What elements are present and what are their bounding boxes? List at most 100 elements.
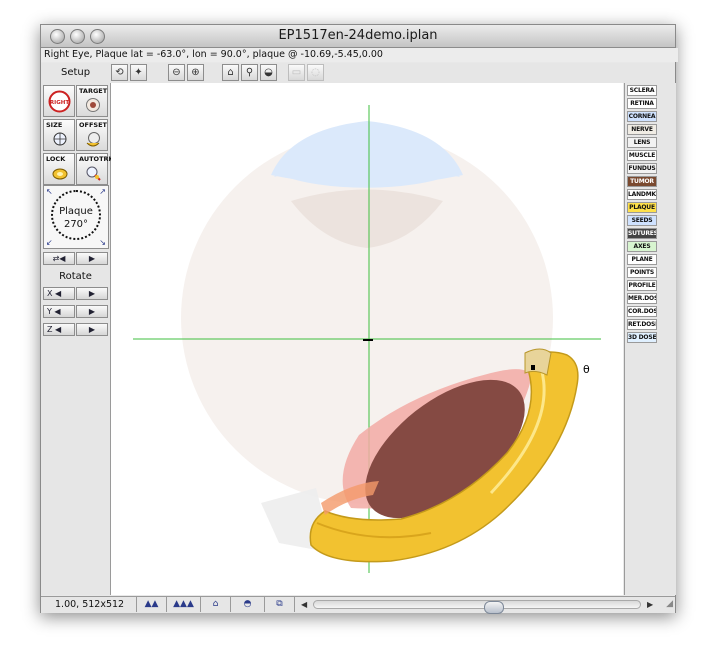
eyelet-hole-mark (531, 365, 535, 370)
home-view-icon: ⌂ (227, 67, 234, 78)
mountain-small-icon: ▲▲ (144, 599, 159, 609)
title-bar: EP1517en-24demo.iplan (41, 25, 675, 48)
layer-toggle-plaque[interactable]: PLAQUE (627, 202, 657, 213)
setup-label: Setup (61, 67, 91, 78)
zoom-resolution-status: 1.00, 512x512 (41, 597, 137, 612)
rotate-y-right-button[interactable]: ▶ (76, 305, 108, 318)
arrow-right-icon: ▶ (88, 307, 96, 316)
size-icon (53, 132, 67, 146)
zoom-out-button[interactable]: ⊖ (168, 64, 185, 81)
zoom-in-icon: ⊕ (191, 67, 200, 78)
view-button[interactable]: ◒ (260, 64, 277, 81)
light-button[interactable]: ✦ (130, 64, 147, 81)
arrow-right-icon: ▶ (88, 325, 96, 334)
eye-3d-viewport[interactable]: θ (111, 83, 623, 595)
horizontal-scrollbar[interactable]: ◀ ▶ (299, 598, 659, 614)
plaque-rotation-dial[interactable]: Plaque 270° ↖ ↗ ↙ ↘ (43, 185, 109, 249)
mountain-large-button[interactable]: ▲▲▲ (167, 597, 201, 612)
scroll-right-icon[interactable]: ▶ (647, 598, 653, 611)
rotate-x-right-button[interactable]: ▶ (76, 287, 108, 300)
layer-toggle-3d-dose[interactable]: 3D DOSE (627, 332, 657, 343)
layer-toggle-fundus[interactable]: FUNDUS (627, 163, 657, 174)
plaque-icon: ◓ (243, 599, 252, 609)
mountain-small-button[interactable]: ▲▲ (137, 597, 167, 612)
lock-button[interactable]: LOCK (43, 153, 75, 185)
size-button[interactable]: SIZE (43, 119, 75, 151)
layer-toggle-retina[interactable]: RETINA (627, 98, 657, 109)
rotate-x-left-button[interactable]: X ◀ (43, 287, 75, 300)
rotate-view-button[interactable]: ⟲ (111, 64, 128, 81)
arrow-left-icon: ◀ (52, 289, 62, 298)
target-button[interactable]: TARGET (76, 85, 108, 117)
layer-toggle-points[interactable]: POINTS (627, 267, 657, 278)
layer-toggle-lens[interactable]: LENS (627, 137, 657, 148)
layer-toggle-muscle[interactable]: MUSCLE (627, 150, 657, 161)
layer-toggle-plane[interactable]: PLANE (627, 254, 657, 265)
toolbar: Setup ⟲ ✦ ⊖ ⊕ ⌂ ⚲ ◒ ▭ ◌ (41, 63, 675, 83)
size-label: SIZE (46, 121, 63, 129)
offset-label: OFFSET (79, 121, 107, 129)
layer-toggle-profile[interactable]: PROFILE (627, 280, 657, 291)
layer-toggle-panel: SCLERA RETINA CORNEA NERVE LENS MUSCLE FUNDUS T… (624, 83, 676, 595)
scroll-track[interactable] (313, 600, 641, 614)
plaque-eyelet-shape (524, 348, 552, 376)
layer-toggle-cornea[interactable]: CORNEA (627, 111, 657, 122)
cornea-cap-shape (271, 121, 463, 185)
layer-toggle-axes[interactable]: AXES (627, 241, 657, 252)
lock-icon (52, 168, 68, 180)
target-label: TARGET (79, 87, 108, 95)
disabled-tool-icon: ▭ (291, 67, 302, 78)
flip-left-button[interactable]: ⇄◀ (43, 252, 75, 265)
layer-toggle-seeds[interactable]: SEEDS (627, 215, 657, 226)
corner-arrow-icon: ↖ (46, 187, 53, 196)
offset-button[interactable]: OFFSET (76, 119, 108, 151)
home-view-button[interactable]: ⌂ (222, 64, 239, 81)
autotrk-label: AUTOTRK (79, 155, 114, 163)
layer-toggle-mer-dose[interactable]: MER.DOSE (627, 293, 657, 304)
layer-toggle-sclera[interactable]: SCLERA (627, 85, 657, 96)
rotate-view-icon: ⟲ (115, 67, 124, 78)
flip-icon: ⇄◀ (52, 254, 66, 263)
arrow-right-icon: ▶ (88, 254, 96, 263)
layer-toggle-sutures[interactable]: SUTURES (627, 228, 657, 239)
dial-angle: 270° (63, 219, 89, 230)
rotate-z-right-button[interactable]: ▶ (76, 323, 108, 336)
autotrack-button[interactable]: AUTOTRK (76, 153, 114, 185)
dial-label: Plaque (59, 206, 93, 217)
eye-side-button[interactable]: RIGHT (43, 85, 75, 117)
zoom-out-icon: ⊖ (172, 67, 181, 78)
disabled-tool2-icon: ◌ (311, 67, 320, 78)
zoom-in-button[interactable]: ⊕ (187, 64, 204, 81)
lock-label: LOCK (46, 155, 66, 163)
search-button[interactable]: ⚲ (241, 64, 258, 81)
resize-grip-icon[interactable]: ◢ (666, 599, 673, 609)
eye-model-render: θ (133, 105, 601, 573)
layer-toggle-tumor[interactable]: TUMOR (627, 176, 657, 187)
mountain-large-icon: ▲▲▲ (173, 599, 194, 609)
plaque-marker-label: θ (583, 363, 590, 376)
plaque-status-line: Right Eye, Plaque lat = -63.0°, lon = 90… (41, 48, 678, 62)
copy-view-icon: ⧉ (276, 599, 283, 609)
offset-icon (86, 132, 100, 147)
scroll-left-icon[interactable]: ◀ (301, 598, 307, 611)
disabled-tool2-button: ◌ (307, 64, 324, 81)
corner-arrow-icon: ↘ (99, 238, 106, 247)
flip-right-button[interactable]: ▶ (76, 252, 108, 265)
copy-view-button[interactable]: ⧉ (265, 597, 295, 612)
light-icon: ✦ (134, 67, 143, 78)
rotate-z-left-button[interactable]: Z ◀ (43, 323, 75, 336)
layer-toggle-landmk[interactable]: LANDMK (627, 189, 657, 200)
corner-arrow-icon: ↙ (46, 238, 53, 247)
layer-toggle-cor-dose[interactable]: COR.DOSE (627, 306, 657, 317)
arrow-left-icon: ◀ (52, 325, 62, 334)
arrow-left-icon: ◀ (51, 307, 61, 316)
window-title: EP1517en-24demo.iplan (278, 28, 438, 43)
target-icon (86, 98, 100, 112)
scroll-thumb[interactable] (484, 601, 504, 614)
plaque-button[interactable]: ◓ (231, 597, 265, 612)
layer-toggle-nerve[interactable]: NERVE (627, 124, 657, 135)
rotate-y-left-button[interactable]: Y ◀ (43, 305, 75, 318)
home-button[interactable]: ⌂ (201, 597, 231, 612)
eye-side-label: RIGHT (50, 100, 69, 106)
layer-toggle-ret-dose[interactable]: RET.DOSE (627, 319, 657, 330)
